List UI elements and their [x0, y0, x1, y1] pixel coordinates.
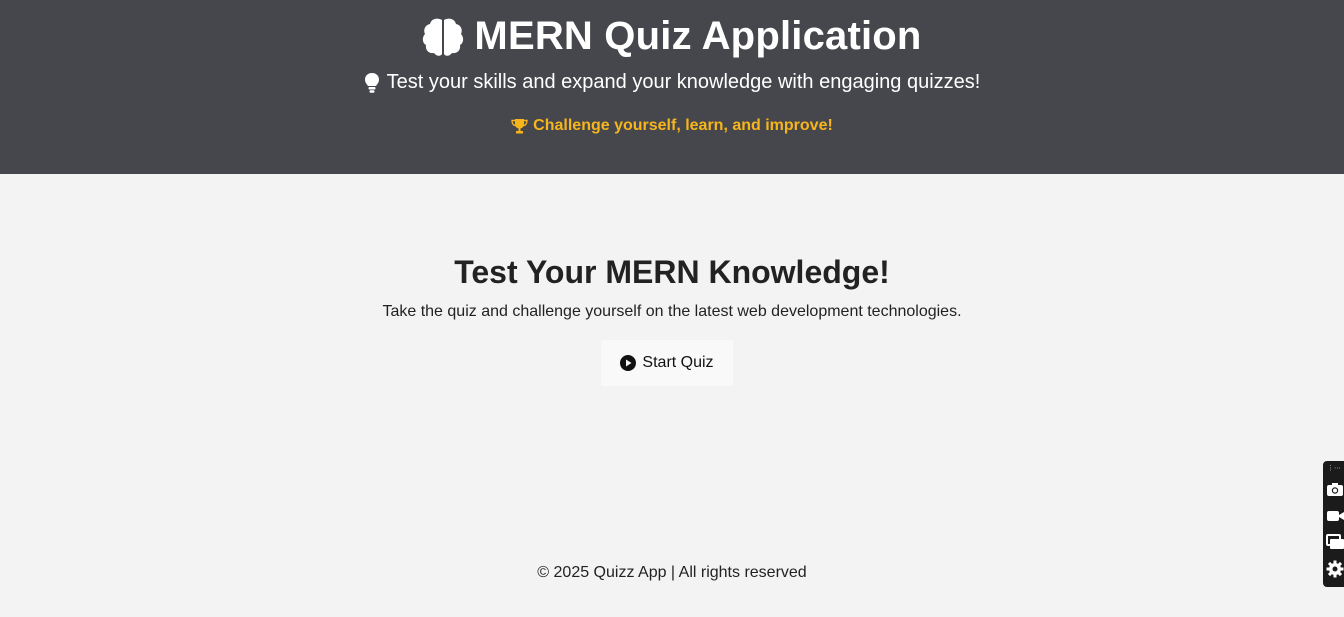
footer-text: © 2025 Quizz App | All rights reserved [537, 564, 807, 581]
app-tagline: Challenge yourself, learn, and improve! [533, 117, 833, 134]
title-row: MERN Quiz Application [0, 14, 1344, 59]
video-icon[interactable] [1326, 507, 1344, 525]
page-footer: © 2025 Quizz App | All rights reserved [0, 564, 1344, 582]
app-subtitle: Test your skills and expand your knowled… [386, 71, 981, 93]
screen-icon[interactable] [1326, 533, 1344, 551]
camera-icon[interactable] [1326, 480, 1344, 498]
tagline-row: Challenge yourself, learn, and improve! [0, 117, 1344, 135]
lightbulb-icon [364, 72, 380, 94]
start-quiz-label: Start Quiz [642, 354, 714, 371]
brain-icon [422, 17, 464, 57]
drag-handle-icon[interactable]: ⋮⋯ [1327, 465, 1341, 472]
start-quiz-button[interactable]: Start Quiz [601, 340, 733, 386]
subtitle-row: Test your skills and expand your knowled… [0, 71, 1344, 94]
trophy-icon [511, 118, 528, 134]
side-toolbar: ⋮⋯ [1323, 461, 1344, 587]
hero-heading: Test Your MERN Knowledge! [454, 254, 890, 290]
play-circle-icon [620, 355, 637, 371]
app-header: MERN Quiz Application Test your skills a… [0, 0, 1344, 174]
app-title: MERN Quiz Application [474, 14, 922, 58]
hero-section: Test Your MERN Knowledge! Take the quiz … [0, 254, 1344, 321]
hero-description: Take the quiz and challenge yourself on … [382, 303, 962, 320]
settings-icon[interactable] [1326, 560, 1344, 578]
